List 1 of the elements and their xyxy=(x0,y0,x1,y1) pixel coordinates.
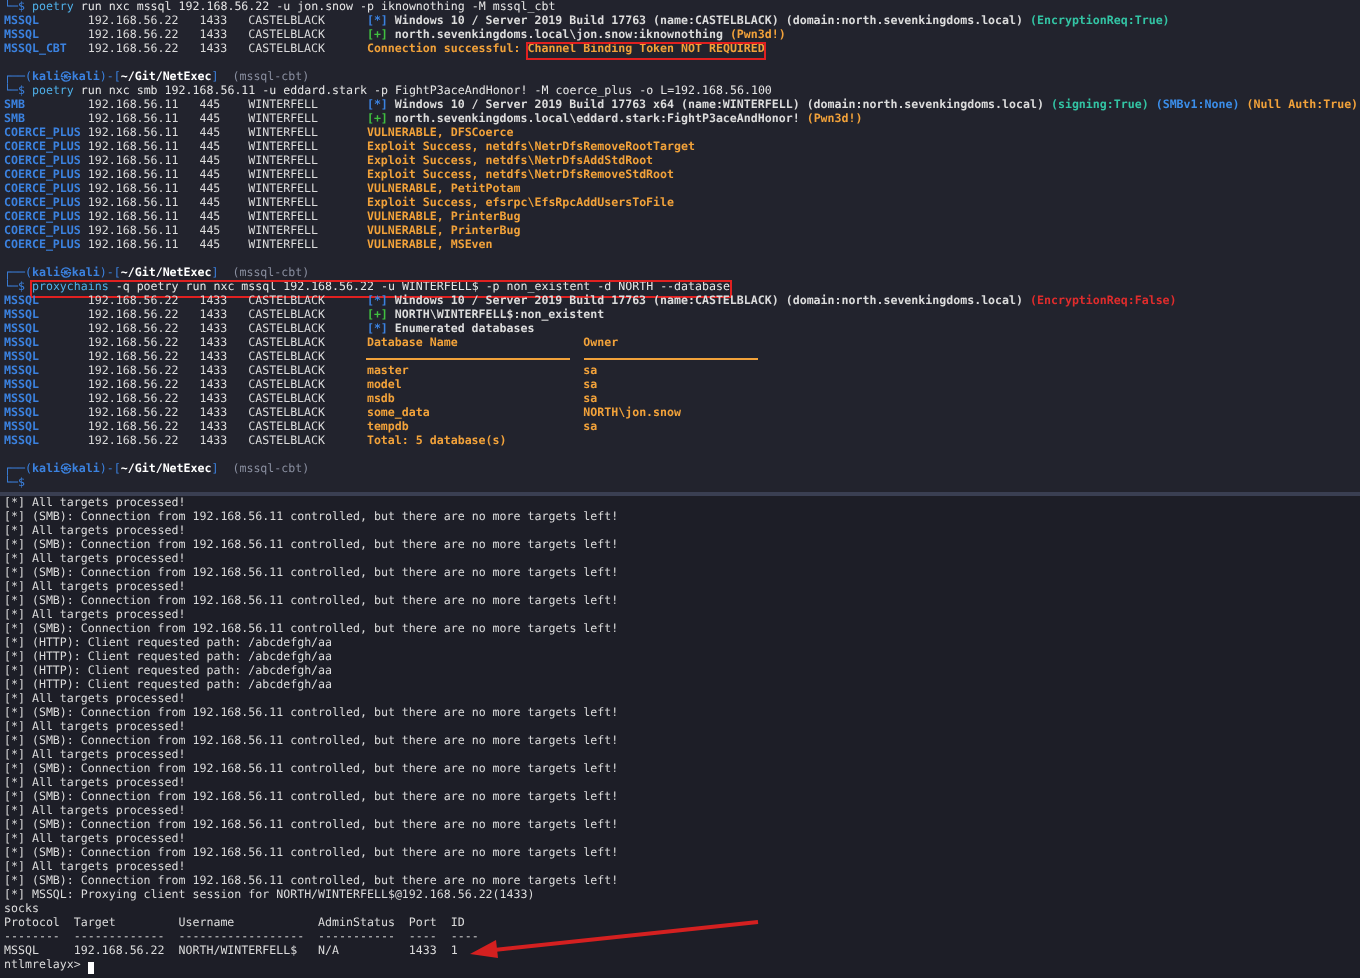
text-cursor xyxy=(87,961,94,973)
